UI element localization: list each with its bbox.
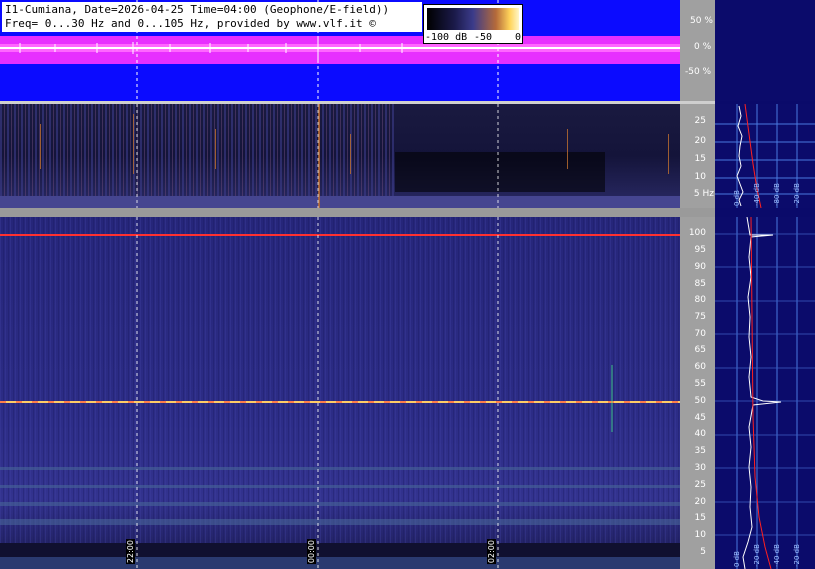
time-label-2200: 22:00 (126, 539, 135, 565)
lf-tick: 10 (694, 172, 706, 182)
header-line-station: I1-Cumiana, Date=2026-04-25 Time=04:00 (… (5, 3, 390, 16)
lf-db-label: 0 dB (733, 190, 741, 206)
lf-spectrum-panel: 0 dB -40 dB -80 dB -20 dB (715, 103, 815, 209)
vlf-monitor-view: I1-Cumiana, Date=2026-04-25 Time=04:00 (… (0, 0, 815, 569)
pct-tick: 0 % (694, 42, 712, 52)
hf-tick: 75 (694, 312, 706, 322)
lf-db-label: -40 dB (753, 183, 761, 206)
lf-db-label: -20 dB (793, 183, 801, 206)
hf-spectrum-plot (715, 216, 815, 569)
hf-tick: 80 (694, 295, 706, 305)
lf-tick: 20 (694, 136, 706, 146)
hf-db-label: -20 dB (793, 544, 801, 567)
hf-db-label: 0 dB (733, 551, 741, 567)
scale-mid-label: -50 (474, 32, 493, 43)
hf-tick: 15 (694, 513, 706, 523)
lf-tick: 25 (694, 116, 706, 126)
hf-tick: 95 (694, 245, 706, 255)
percent-axis: 50 % 0 % -50 % (680, 0, 715, 101)
hf-tick: 5 (700, 547, 706, 557)
hf-tick: 55 (694, 379, 706, 389)
hf-tick: 40 (694, 429, 706, 439)
hf-tick: 70 (694, 329, 706, 339)
db-color-scale: -100 dB -50 0 (423, 4, 523, 44)
hf-tick: 100 (688, 228, 706, 238)
hf-spectrum-panel: 0 dB -20 dB -40 dB -20 dB (715, 216, 815, 569)
low-frequency-spectrogram (0, 104, 680, 208)
lf-tick: 5 Hz (693, 189, 714, 199)
time-label-0200: 02:00 (487, 539, 496, 565)
hf-tick: 45 (694, 413, 706, 423)
time-label-0000: 00:00 (307, 539, 316, 565)
pct-tick: 50 % (690, 16, 713, 26)
lf-db-label: -80 dB (773, 183, 781, 206)
station-header: I1-Cumiana, Date=2026-04-25 Time=04:00 (… (2, 2, 422, 32)
scale-min-label: -100 dB (425, 32, 468, 43)
waveform-side-panel (715, 0, 815, 101)
hf-tick: 50 (694, 396, 706, 406)
lf-tick: 15 (694, 154, 706, 164)
lf-spectrogram-image (0, 104, 680, 208)
hf-tick: 20 (694, 497, 706, 507)
hf-db-label: -20 dB (753, 544, 761, 567)
panel-divider (0, 208, 715, 217)
pct-tick: -50 % (685, 67, 712, 77)
hf-tick: 85 (694, 279, 706, 289)
hf-db-label: -40 dB (773, 544, 781, 567)
hf-tick: 25 (694, 480, 706, 490)
hf-tick: 35 (694, 446, 706, 456)
lf-frequency-axis: 25 20 15 10 5 Hz (680, 104, 715, 208)
hf-tick: 10 (694, 530, 706, 540)
waveform-panel: I1-Cumiana, Date=2026-04-25 Time=04:00 (… (0, 0, 680, 101)
header-line-frequency: Freq= 0...30 Hz and 0...105 Hz, provided… (5, 17, 376, 30)
high-frequency-spectrogram: 22:00 00:00 02:00 (0, 217, 680, 569)
hf-tick: 30 (694, 463, 706, 473)
hf-tick: 60 (694, 362, 706, 372)
scale-max-label: 0 (515, 32, 522, 43)
hf-spectrogram-image (0, 217, 680, 569)
hf-tick: 90 (694, 262, 706, 272)
hf-tick: 65 (694, 345, 706, 355)
color-gradient-bar (427, 8, 519, 30)
hf-frequency-axis: 100 95 90 85 80 75 70 65 60 55 50 45 40 … (680, 217, 715, 569)
